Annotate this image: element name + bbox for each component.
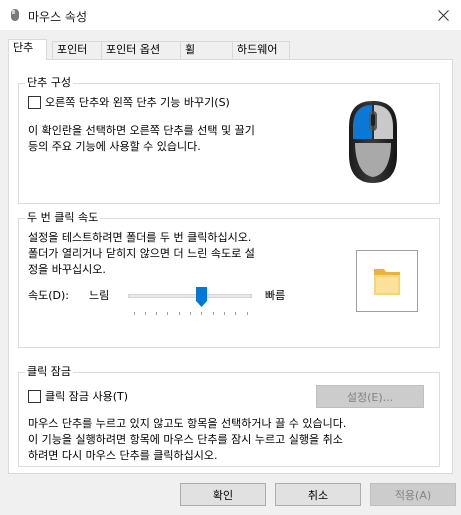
settings-button-label: 설정(E)... [346, 390, 394, 404]
title-bar: 마우스 속성 [0, 0, 461, 30]
slider-tick [246, 312, 248, 315]
click-lock-checkbox-label[interactable]: 클릭 잠금 사용(T) [45, 389, 128, 404]
double-click-label: 두 번 클릭 속도 [25, 211, 101, 225]
tab-label: 휠 [185, 43, 196, 56]
slider-tick [201, 312, 203, 315]
click-lock-label: 클릭 잠금 [25, 365, 73, 379]
test-folder-area[interactable] [356, 250, 418, 312]
tab-label: 포인터 [57, 43, 88, 56]
close-button[interactable] [425, 0, 461, 30]
button-config-label: 단추 구성 [25, 76, 73, 90]
cancel-label: 취소 [307, 488, 329, 502]
swap-description-line1: 이 확인란을 선택하면 오른쪽 단추를 선택 및 끌기 [28, 124, 255, 137]
click-lock-description-line3: 하려면 다시 마우스 단추를 클릭하십시오. [28, 449, 218, 462]
slider-tick [235, 312, 237, 315]
click-lock-description-line1: 마우스 단추를 누르고 있지 않고도 항목을 선택하거나 끌 수 있습니다. [28, 417, 347, 430]
ok-label: 확인 [212, 488, 234, 502]
slider-tick [133, 312, 135, 315]
swap-description-line2: 등의 주요 기능에 사용할 수 있습니다. [28, 140, 201, 153]
slider-tick [156, 312, 158, 315]
slider-tick [167, 312, 169, 315]
slider-tick [190, 312, 191, 315]
swap-buttons-label[interactable]: 오른쪽 단추와 왼쪽 단추 기능 바꾸기(S) [45, 95, 230, 110]
double-click-description-line1: 설정을 테스트하려면 폴더를 두 번 클릭하십시오. [28, 231, 252, 244]
slider-tick [212, 312, 214, 315]
tab-panel: 단추 구성 오른쪽 단추와 왼쪽 단추 기능 바꾸기(S) 이 확인란을 선택하… [8, 59, 453, 474]
slider-track[interactable] [128, 294, 252, 298]
speed-label: 속도(D): [28, 289, 69, 302]
tab-buttons[interactable]: 단추 [8, 39, 47, 60]
double-click-description-line2: 폴더가 열리거나 닫히지 않으면 더 느린 속도로 설 [28, 247, 255, 260]
button-config-group: 단추 구성 오른쪽 단추와 왼쪽 단추 기능 바꾸기(S) 이 확인란을 선택하… [18, 76, 440, 204]
tab-label: 포인터 옵션 [106, 43, 161, 56]
mouse-settings-icon [11, 9, 19, 21]
tab-pointers[interactable]: 포인터 [52, 41, 102, 59]
click-lock-group: 클릭 잠금 클릭 잠금 사용(T) 설정(E)... 마우스 단추를 누르고 있… [18, 365, 440, 467]
click-lock-settings-button[interactable]: 설정(E)... [316, 385, 424, 408]
click-lock-description-line2: 이 기능을 실행하려면 항목에 마우스 단추를 잠시 누르고 실행을 취소 [28, 433, 343, 446]
ok-button[interactable]: 확인 [180, 483, 266, 506]
tab-pointer-options[interactable]: 포인터 옵션 [101, 41, 181, 59]
folder-icon[interactable] [372, 265, 402, 297]
click-lock-checkbox[interactable] [28, 390, 41, 403]
fast-label: 빠름 [265, 289, 286, 302]
tab-wheel[interactable]: 휠 [180, 41, 233, 59]
dialog-body: 단추 포인터 포인터 옵션 휠 하드웨어 단추 구성 오른쪽 단추와 왼쪽 단추… [0, 30, 461, 515]
window-title: 마우스 속성 [28, 10, 88, 24]
close-icon [437, 9, 449, 21]
double-click-description-line3: 정을 바꾸십시오. [28, 263, 106, 276]
slider-tick [144, 312, 146, 315]
slow-label: 느림 [89, 289, 110, 302]
double-click-group: 두 번 클릭 속도 설정을 테스트하려면 폴더를 두 번 클릭하십시오. 폴더가… [18, 211, 440, 348]
swap-buttons-checkbox[interactable] [28, 96, 41, 109]
tab-label: 하드웨어 [237, 43, 278, 56]
apply-button[interactable]: 적용(A) [370, 483, 456, 506]
mouse-illustration-icon [349, 101, 397, 183]
cancel-button[interactable]: 취소 [275, 483, 361, 506]
slider-tick [178, 312, 180, 315]
slider-tick [223, 312, 225, 315]
apply-label: 적용(A) [394, 488, 432, 502]
tab-label: 단추 [13, 41, 34, 54]
tab-hardware[interactable]: 하드웨어 [232, 41, 290, 59]
slider-thumb[interactable] [195, 287, 207, 307]
double-click-speed-slider[interactable] [128, 285, 252, 325]
